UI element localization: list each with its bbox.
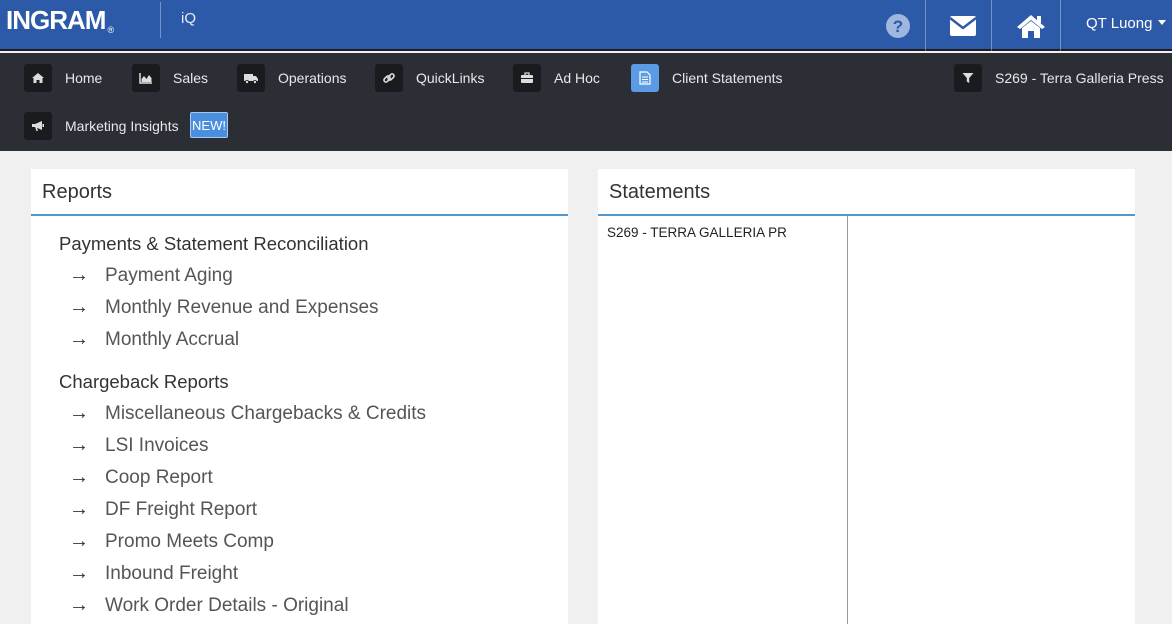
mail-icon[interactable] <box>946 0 980 51</box>
app-name: iQ <box>181 10 196 27</box>
header-divider <box>925 0 926 51</box>
megaphone-icon <box>24 112 52 140</box>
nav-marketing-insights[interactable]: Marketing Insights <box>24 112 179 140</box>
nav-quicklinks[interactable]: QuickLinks <box>375 64 484 92</box>
area-chart-icon <box>132 64 160 92</box>
ingram-logo[interactable]: INGRAM ® <box>6 5 114 36</box>
link-icon <box>375 64 403 92</box>
arrow-right-icon: → <box>69 466 89 488</box>
arrow-right-icon: → <box>69 434 89 456</box>
home-icon <box>24 64 52 92</box>
arrow-right-icon: → <box>69 402 89 424</box>
briefcase-icon <box>513 64 541 92</box>
header-divider <box>1060 0 1061 51</box>
user-menu[interactable]: QT Luong <box>1086 15 1167 32</box>
arrow-right-icon: → <box>69 594 89 616</box>
report-link-work-order-details[interactable]: → Work Order Details - Original <box>69 594 349 617</box>
report-link-lsi-invoices[interactable]: → LSI Invoices <box>69 434 209 457</box>
report-link-payment-aging[interactable]: → Payment Aging <box>69 264 233 287</box>
nav-sales[interactable]: Sales <box>132 64 208 92</box>
report-link-coop-report[interactable]: → Coop Report <box>69 466 213 489</box>
report-link-inbound-freight[interactable]: → Inbound Freight <box>69 562 238 585</box>
filter-icon <box>954 64 982 92</box>
report-group-title: Payments & Statement Reconciliation <box>59 233 369 254</box>
main-nav: Home Sales Operations QuickLinks Ad Hoc … <box>0 53 1172 151</box>
statements-column-divider <box>847 216 848 624</box>
statement-list-item[interactable]: S269 - TERRA GALLERIA PR <box>607 225 787 240</box>
arrow-right-icon: → <box>69 328 89 350</box>
arrow-right-icon: → <box>69 562 89 584</box>
caret-down-icon <box>1158 20 1167 25</box>
report-link-promo-meets-comp[interactable]: → Promo Meets Comp <box>69 530 274 553</box>
logo-divider <box>160 2 161 38</box>
statements-panel: Statements S269 - TERRA GALLERIA PR <box>598 169 1135 624</box>
arrow-right-icon: → <box>69 498 89 520</box>
report-link-monthly-accrual[interactable]: → Monthly Accrual <box>69 328 239 351</box>
report-link-misc-chargebacks[interactable]: → Miscellaneous Chargebacks & Credits <box>69 402 426 425</box>
header-divider <box>991 0 992 51</box>
report-group-title: Chargeback Reports <box>59 371 229 392</box>
user-name: QT Luong <box>1086 15 1153 32</box>
reports-title: Reports <box>31 169 568 216</box>
arrow-right-icon: → <box>69 264 89 286</box>
help-icon[interactable]: ? <box>883 0 913 51</box>
home-icon[interactable] <box>1013 0 1049 51</box>
reports-panel: Reports Payments & Statement Reconciliat… <box>31 169 568 624</box>
nav-client-statements[interactable]: Client Statements <box>631 64 783 92</box>
nav-adhoc[interactable]: Ad Hoc <box>513 64 600 92</box>
top-header: INGRAM ® iQ ? QT Luong <box>0 0 1172 51</box>
nav-operations[interactable]: Operations <box>237 64 346 92</box>
new-badge: NEW! <box>190 112 228 138</box>
document-icon <box>631 64 659 92</box>
svg-text:?: ? <box>893 17 903 36</box>
report-link-df-freight[interactable]: → DF Freight Report <box>69 498 257 521</box>
statements-title: Statements <box>598 169 1135 216</box>
arrow-right-icon: → <box>69 530 89 552</box>
nav-home[interactable]: Home <box>24 64 102 92</box>
report-link-monthly-revenue[interactable]: → Monthly Revenue and Expenses <box>69 296 379 319</box>
arrow-right-icon: → <box>69 296 89 318</box>
nav-client-filter[interactable]: S269 - Terra Galleria Press <box>954 64 1164 92</box>
truck-icon <box>237 64 265 92</box>
